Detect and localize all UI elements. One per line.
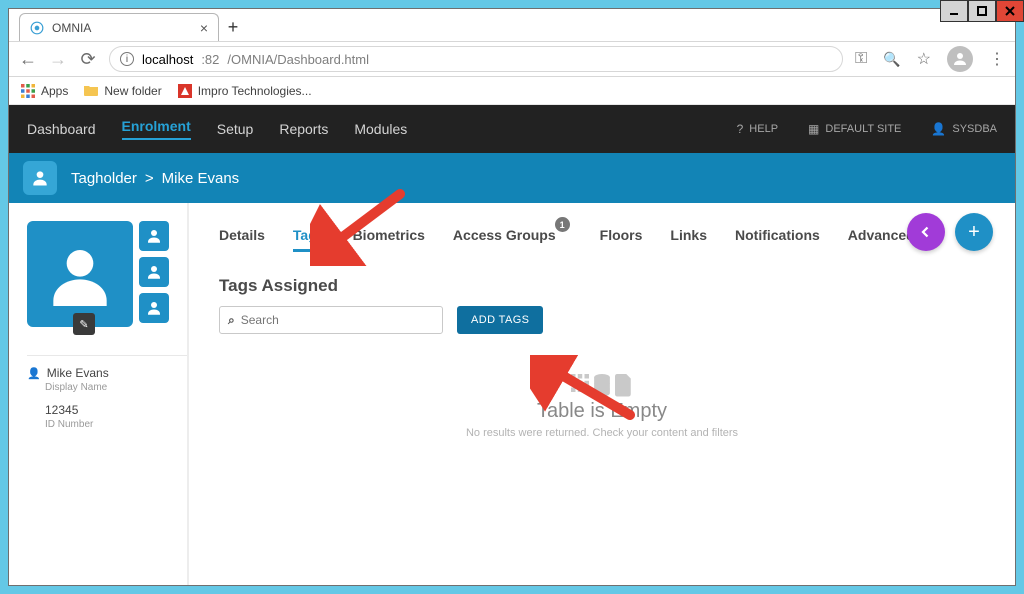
tab-links[interactable]: Links (670, 227, 707, 252)
help-icon: ? (737, 122, 744, 136)
nav-help[interactable]: ?HELP (737, 122, 778, 136)
tab-biometrics[interactable]: Biometrics (353, 227, 425, 252)
profile-id-number: 12345 (27, 403, 78, 417)
detail-tabs: Details Tags Biometrics Access Groups 1 … (219, 227, 985, 252)
browser-forward-button[interactable]: → (49, 49, 67, 70)
empty-state: Table is Empty No results were returned.… (219, 374, 985, 439)
breadcrumb-root[interactable]: Tagholder (71, 170, 137, 187)
avatar-thumb-2[interactable] (139, 257, 169, 287)
empty-title: Table is Empty (219, 400, 985, 423)
tab-details[interactable]: Details (219, 227, 265, 252)
browser-menu-icon[interactable]: ⋮ (989, 49, 1005, 69)
star-icon[interactable]: ☆ (917, 49, 931, 69)
avatar-thumb-3[interactable] (139, 293, 169, 323)
window-minimize-button[interactable] (940, 0, 968, 22)
search-box[interactable]: ⌕ (219, 306, 443, 334)
search-input[interactable] (241, 313, 434, 327)
profile-display-name: Mike Evans (47, 366, 109, 380)
fab-add-button[interactable]: + (955, 213, 993, 251)
breadcrumb: Tagholder > Mike Evans (71, 170, 239, 187)
url-port: :82 (201, 52, 219, 67)
app-navbar: Dashboard Enrolment Setup Reports Module… (9, 105, 1015, 153)
bookmark-newfolder[interactable]: New folder (84, 84, 161, 98)
tab-notifications[interactable]: Notifications (735, 227, 820, 252)
nav-modules[interactable]: Modules (354, 121, 407, 137)
nav-user[interactable]: 👤SYSDBA (931, 122, 997, 136)
tab-floors[interactable]: Floors (600, 227, 643, 252)
empty-subtitle: No results were returned. Check your con… (219, 427, 985, 439)
apps-icon (21, 84, 35, 98)
fab-back-button[interactable] (907, 213, 945, 251)
bookmark-label: Apps (41, 84, 68, 98)
avatar-thumb-1[interactable] (139, 221, 169, 251)
search-icon: ⌕ (228, 313, 235, 328)
access-groups-badge: 1 (555, 217, 570, 232)
section-title: Tags Assigned (219, 276, 985, 296)
window-maximize-button[interactable] (968, 0, 996, 22)
profile-sidebar: ✎ 👤 Mike Evans Display Name 12345 ID Num… (9, 203, 189, 585)
breadcrumb-icon (23, 161, 57, 195)
site-info-icon[interactable]: i (120, 52, 134, 66)
url-path: /OMNIA/Dashboard.html (227, 52, 369, 67)
url-host: localhost (142, 52, 193, 67)
content-area: + ✎ 👤 Mike Evans Display N (9, 203, 1015, 585)
key-icon[interactable]: ⚿ (855, 50, 867, 68)
nav-site[interactable]: ▦DEFAULT SITE (808, 122, 901, 136)
zoom-icon[interactable]: 🔍 (883, 51, 900, 68)
nav-dashboard[interactable]: Dashboard (27, 121, 96, 137)
bookmark-impro[interactable]: Impro Technologies... (178, 84, 312, 98)
new-tab-button[interactable]: + (219, 13, 247, 41)
url-input[interactable]: i localhost :82/OMNIA/Dashboard.html (109, 46, 843, 72)
tab-advanced[interactable]: Advanced (848, 227, 915, 252)
tab-access-groups[interactable]: Access Groups 1 (453, 227, 556, 252)
file-icon (615, 374, 633, 394)
add-tags-button[interactable]: ADD TAGS (457, 306, 543, 334)
grid-icon (571, 374, 589, 394)
breadcrumb-bar: Tagholder > Mike Evans (9, 153, 1015, 203)
person-icon: 👤 (27, 367, 41, 380)
database-icon (593, 374, 611, 394)
nav-reports[interactable]: Reports (279, 121, 328, 137)
breadcrumb-sep: > (145, 170, 154, 187)
user-icon: 👤 (931, 122, 946, 136)
bookmark-label: New folder (104, 84, 161, 98)
browser-back-button[interactable]: ← (19, 49, 37, 70)
address-bar: ← → ⟳ i localhost :82/OMNIA/Dashboard.htm… (9, 41, 1015, 77)
nav-setup[interactable]: Setup (217, 121, 254, 137)
nav-enrolment[interactable]: Enrolment (122, 118, 191, 140)
bookmark-apps[interactable]: Apps (21, 84, 68, 98)
tab-tags[interactable]: Tags (293, 227, 325, 252)
folder-icon (84, 84, 98, 98)
breadcrumb-current: Mike Evans (162, 170, 240, 187)
tab-favicon (30, 21, 44, 35)
tab-close-icon[interactable]: × (200, 20, 208, 36)
tab-title: OMNIA (52, 21, 91, 35)
bookmark-label: Impro Technologies... (198, 84, 312, 98)
browser-window: OMNIA × + ← → ⟳ i localhost :82/OMNIA/Das… (8, 8, 1016, 586)
bookmarks-bar: Apps New folder Impro Technologies... (9, 77, 1015, 105)
profile-avatar-icon[interactable] (947, 46, 973, 72)
impro-icon (178, 84, 192, 98)
browser-reload-button[interactable]: ⟳ (79, 49, 97, 70)
id-number-label: ID Number (27, 419, 187, 430)
window-close-button[interactable] (996, 0, 1024, 22)
avatar-edit-button[interactable]: ✎ (73, 313, 95, 335)
browser-tab[interactable]: OMNIA × (19, 13, 219, 41)
display-name-label: Display Name (27, 382, 187, 393)
site-icon: ▦ (808, 122, 819, 136)
profile-avatar: ✎ (27, 221, 133, 327)
main-panel: Details Tags Biometrics Access Groups 1 … (189, 203, 1015, 585)
browser-tab-strip: OMNIA × + (9, 9, 1015, 41)
